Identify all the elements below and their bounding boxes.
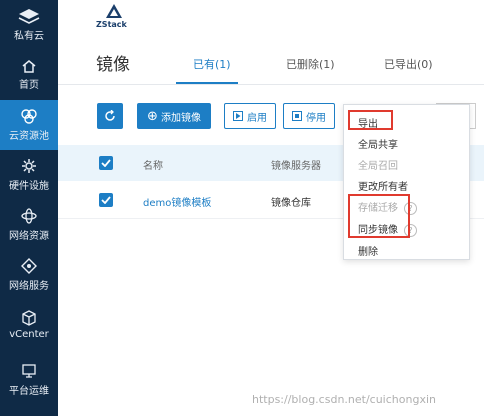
network-service-icon (21, 258, 37, 274)
sidebar-item-label: vCenter (9, 329, 49, 340)
sidebar: 私有云 首页 云资源池 硬件设施 网络资源 网络服务 vCenter 平台运维 (0, 0, 58, 416)
highlight-box-migrate-sync (348, 194, 410, 238)
home-icon (22, 60, 36, 73)
sidebar-item-cloud-pool[interactable]: 云资源池 (0, 100, 58, 150)
sidebar-item-private-cloud[interactable]: 私有云 (0, 0, 58, 50)
stop-icon (292, 111, 302, 121)
logo-mark-icon (106, 4, 122, 18)
menu-item-global-share[interactable]: 全局共享 (358, 136, 398, 151)
sidebar-item-label: 网络服务 (9, 281, 49, 292)
monitor-icon (22, 364, 36, 378)
zstack-logo: ZStack (96, 4, 136, 32)
sidebar-item-label: 私有云 (14, 31, 44, 42)
disable-button[interactable]: 停用 (283, 103, 335, 129)
network-icon (21, 208, 37, 224)
enable-button[interactable]: 启用 (224, 103, 276, 129)
cloud-stack-icon (18, 9, 40, 24)
refresh-button[interactable] (97, 103, 123, 129)
sidebar-item-network-service[interactable]: 网络服务 (0, 250, 58, 300)
watermark-text: https://blog.csdn.net/cuichongxin (252, 393, 436, 406)
add-image-button[interactable]: ⊕ 添加镜像 (137, 103, 211, 129)
hardware-icon (22, 159, 36, 173)
highlight-box-export (348, 110, 393, 130)
sidebar-item-home[interactable]: 首页 (0, 50, 58, 100)
tab-existing[interactable]: 已有(1) (193, 56, 231, 72)
sidebar-item-hardware[interactable]: 硬件设施 (0, 150, 58, 200)
sidebar-item-label: 云资源池 (9, 131, 49, 142)
refresh-icon (105, 110, 115, 121)
play-icon (233, 111, 243, 121)
column-header-name[interactable]: 名称 (143, 157, 163, 172)
active-tab-indicator (176, 82, 238, 84)
check-icon (101, 159, 111, 167)
enable-label: 启用 (247, 112, 267, 124)
logo-text: ZStack (96, 20, 127, 29)
cube-icon (22, 310, 36, 326)
sidebar-item-network[interactable]: 网络资源 (0, 200, 58, 250)
menu-item-change-owner[interactable]: 更改所有者 (358, 178, 408, 193)
select-all-checkbox[interactable] (99, 156, 113, 170)
sidebar-item-ops[interactable]: 平台运维 (0, 355, 58, 405)
image-name-link[interactable]: demo镜像模板 (143, 194, 211, 209)
tab-divider (58, 84, 484, 85)
menu-item-delete[interactable]: 删除 (358, 243, 378, 258)
sidebar-item-label: 平台运维 (9, 386, 49, 397)
column-header-server[interactable]: 镜像服务器 (271, 157, 321, 172)
cloud-pool-icon (21, 109, 37, 124)
tab-exported[interactable]: 已导出(0) (384, 56, 433, 72)
sidebar-item-label: 硬件设施 (9, 181, 49, 192)
menu-item-global-recall: 全局召回 (358, 161, 398, 172)
sidebar-item-label: 首页 (19, 80, 39, 91)
row-checkbox[interactable] (99, 193, 113, 207)
sidebar-item-label: 网络资源 (9, 231, 49, 242)
disable-label: 停用 (306, 112, 326, 124)
page-title: 镜像 (96, 55, 130, 75)
tab-deleted[interactable]: 已删除(1) (286, 56, 335, 72)
check-icon (101, 196, 111, 204)
image-server-cell: 镜像仓库 (271, 198, 311, 209)
plus-icon: ⊕ (147, 108, 158, 124)
add-image-label: 添加镜像 (160, 112, 201, 124)
sidebar-item-vcenter[interactable]: vCenter (0, 300, 58, 350)
